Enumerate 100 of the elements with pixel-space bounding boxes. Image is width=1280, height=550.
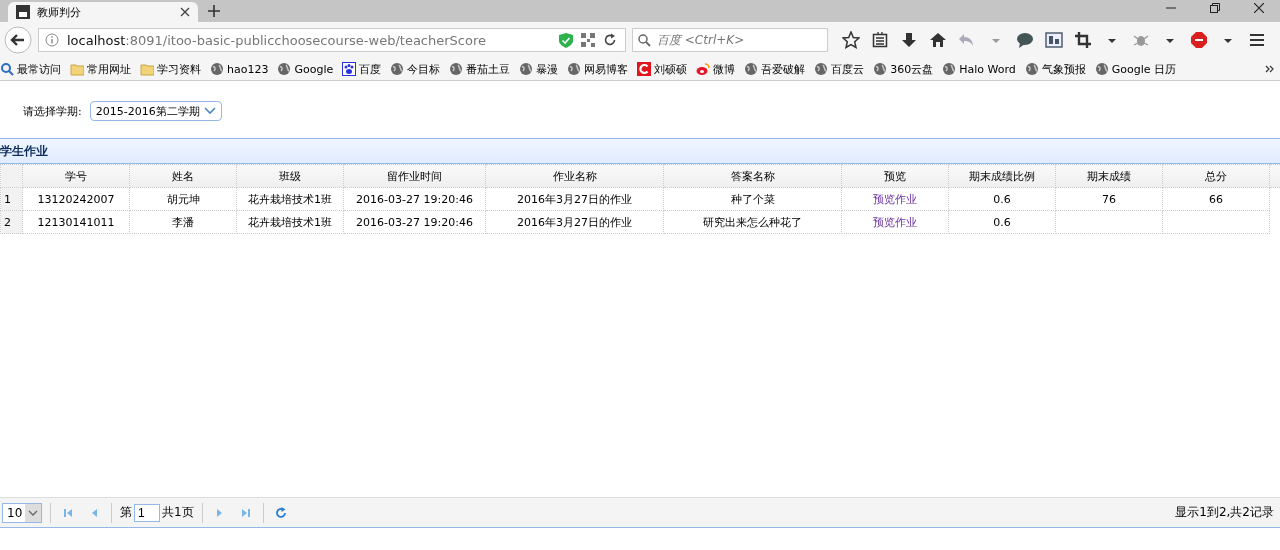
table-cell: 12130141011 [22, 210, 130, 234]
globe-icon [567, 62, 582, 76]
globe-icon [814, 62, 829, 76]
row-number-header [0, 164, 23, 188]
term-label: 请选择学期: [23, 103, 82, 119]
menu-icon[interactable] [1248, 31, 1266, 49]
bookmark-item[interactable]: 暴漫 [519, 61, 559, 77]
bookmark-item[interactable]: 最常访问 [0, 61, 61, 77]
column-header[interactable]: 期末成绩 [1055, 164, 1163, 188]
globe-icon [942, 62, 957, 76]
row-number: 1 [0, 187, 23, 211]
bookmark-item[interactable]: 刘硕硕 [637, 61, 688, 77]
column-header[interactable]: 学号 [22, 164, 130, 188]
back-icon[interactable] [4, 26, 32, 54]
close-icon[interactable] [1254, 2, 1264, 13]
crop-icon[interactable] [1074, 31, 1092, 49]
info-icon[interactable] [45, 33, 59, 47]
qr-code-icon[interactable] [581, 33, 595, 47]
download-icon[interactable] [900, 31, 918, 49]
globe-icon [277, 62, 292, 76]
bookmark-item[interactable]: 番茄土豆 [449, 61, 511, 77]
table-cell: 种了个菜 [663, 187, 842, 211]
record-summary: 显示1到2,共2记录 [1175, 504, 1274, 521]
column-header[interactable]: 姓名 [129, 164, 237, 188]
home-icon[interactable] [929, 31, 947, 49]
chat-icon[interactable] [1016, 31, 1034, 49]
row-number: 2 [0, 210, 23, 234]
table-cell: 胡元坤 [129, 187, 237, 211]
table-cell: 2016-03-27 19:20:46 [343, 187, 486, 211]
globe-icon [449, 62, 464, 76]
bookmark-item[interactable]: 常用网址 [70, 61, 131, 77]
search-field[interactable]: 百度 <Ctrl+K> [632, 28, 828, 52]
search-icon [0, 62, 14, 76]
bookmark-item[interactable]: 百度 [342, 61, 382, 77]
refresh-icon[interactable] [274, 506, 287, 519]
search-icon [638, 34, 651, 47]
table-cell: 花卉栽培技术1班 [236, 187, 344, 211]
table-cell: 0.6 [948, 187, 1056, 211]
tab-title: 教师判分 [37, 4, 82, 20]
address-bar[interactable]: localhost:8091/itoo-basic-publicchoosecourse-web/teacherScore [38, 28, 626, 52]
page-count: 共1页 [162, 504, 194, 521]
chevron-down-icon [25, 503, 41, 522]
bookmark-item[interactable]: 360云盘 [873, 61, 934, 77]
eye-icon [696, 62, 711, 76]
reader-icon[interactable] [871, 31, 889, 49]
table-cell: 13120242007 [22, 187, 130, 211]
bookmark-item[interactable]: Google [277, 62, 334, 76]
column-header[interactable]: 班级 [236, 164, 344, 188]
column-header[interactable]: 预览 [841, 164, 949, 188]
column-header[interactable]: 作业名称 [485, 164, 664, 188]
column-header[interactable]: 答案名称 [663, 164, 842, 188]
url-host: localhost [67, 32, 126, 48]
page-number-field[interactable]: 1 [134, 503, 160, 522]
bookmark-item[interactable]: 吾爱破解 [744, 61, 806, 77]
globe-icon [1024, 62, 1039, 76]
globe-icon [1094, 62, 1109, 76]
chevron-icon[interactable] [1265, 64, 1275, 74]
table-cell: 花卉栽培技术1班 [236, 210, 344, 234]
bookmark-item[interactable]: Halo Word [942, 62, 1016, 76]
url-path: :8091/itoo-basic-publicchoosecourse-web/teacherScore [125, 32, 486, 48]
folder-icon [140, 62, 154, 76]
globe-icon [519, 62, 534, 76]
page-size-select[interactable]: 10 [2, 502, 42, 523]
bookmark-item[interactable]: 今目标 [390, 61, 441, 77]
table-cell: 李潘 [129, 210, 237, 234]
bookmark-item[interactable]: 百度云 [814, 61, 865, 77]
stop-sign-icon[interactable] [1190, 31, 1208, 49]
column-header[interactable]: 期末成绩比例 [948, 164, 1056, 188]
star-icon[interactable] [842, 31, 860, 49]
bookmark-item[interactable]: Google 日历 [1094, 61, 1177, 77]
close-icon[interactable] [180, 7, 190, 17]
globe-icon [744, 62, 759, 76]
paw-icon [342, 62, 357, 76]
globe-icon [210, 62, 224, 76]
table-cell: 研究出来怎么种花了 [663, 210, 842, 234]
bookmark-item[interactable]: hao123 [210, 62, 269, 76]
new-tab-icon[interactable] [208, 5, 220, 17]
page-icon [16, 5, 30, 19]
globe-icon [873, 62, 888, 76]
table-cell: 2016年3月27日的作业 [485, 187, 664, 211]
reload-icon[interactable] [603, 33, 617, 47]
bookmark-item[interactable]: 气象预报 [1024, 61, 1086, 77]
column-header[interactable]: 总分 [1162, 164, 1270, 188]
browser-tab[interactable]: 教师判分 [8, 2, 198, 22]
table-cell: 66 [1162, 187, 1270, 211]
table-cell: 2016年3月27日的作业 [485, 210, 664, 234]
bookmark-item[interactable]: 微博 [696, 61, 736, 77]
bookmark-item[interactable]: 学习资料 [140, 61, 201, 77]
shield-icon[interactable] [559, 32, 573, 48]
table-cell: 76 [1055, 187, 1163, 211]
globe-icon [390, 62, 405, 76]
bookmark-item[interactable]: 网易博客 [567, 61, 629, 77]
panel-title: 学生作业 [0, 139, 1280, 164]
folder-icon [70, 62, 84, 76]
table-cell: 2016-03-27 19:20:46 [343, 210, 486, 234]
table-cell: 0.6 [948, 210, 1056, 234]
page-label: 第 [120, 504, 132, 521]
column-header[interactable]: 留作业时间 [343, 164, 486, 188]
term-select[interactable]: 2015-2016第二学期 [89, 101, 222, 121]
restore-icon[interactable] [1210, 2, 1220, 13]
